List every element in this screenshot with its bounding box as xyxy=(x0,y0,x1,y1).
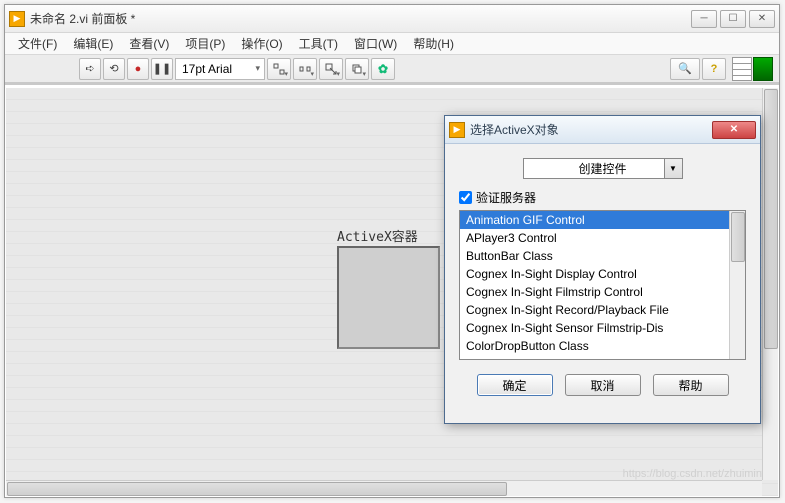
font-selector[interactable]: 17pt Arial xyxy=(175,58,265,80)
pause-button[interactable]: ❚❚ xyxy=(151,58,173,80)
validate-server-input[interactable] xyxy=(459,191,472,204)
dialog-title: 选择ActiveX对象 xyxy=(470,121,712,138)
palette-wave-icon[interactable] xyxy=(753,57,773,81)
list-scrollbar[interactable] xyxy=(729,211,745,359)
list-scroll-thumb[interactable] xyxy=(731,212,745,262)
minimize-button[interactable]: ─ xyxy=(691,10,717,28)
ok-button[interactable]: 确定 xyxy=(477,374,553,396)
dialog-titlebar[interactable]: ▶ 选择ActiveX对象 ✕ xyxy=(445,116,760,144)
distribute-objects[interactable] xyxy=(293,58,317,80)
watermark: https://blog.csdn.net/zhuimin xyxy=(623,468,762,480)
resize-objects[interactable] xyxy=(319,58,343,80)
maximize-button[interactable]: ☐ xyxy=(720,10,746,28)
list-item[interactable]: Cognex In-Sight Sensor Filmstrip-Dis xyxy=(460,319,745,337)
icon-palette[interactable] xyxy=(732,57,773,81)
run-button[interactable]: ➪ xyxy=(79,58,101,80)
menu-project[interactable]: 项目(P) xyxy=(178,33,232,54)
activex-container-label: ActiveX容器 xyxy=(337,226,418,245)
menu-tools[interactable]: 工具(T) xyxy=(292,33,345,54)
labview-icon: ▶ xyxy=(9,11,25,27)
toolbar: ➪ ⟲ ● ❚❚ 17pt Arial ✿ 🔍 ? xyxy=(5,55,779,85)
menu-operate[interactable]: 操作(O) xyxy=(234,33,289,54)
list-item[interactable]: APlayer3 Control xyxy=(460,229,745,247)
validate-server-checkbox[interactable]: 验证服务器 xyxy=(459,189,746,206)
dropdown-value: 创建控件 xyxy=(578,160,626,177)
activex-dialog: ▶ 选择ActiveX对象 ✕ 创建控件 ▼ 验证服务器 Animation G… xyxy=(444,115,761,424)
help-button[interactable]: 帮助 xyxy=(653,374,729,396)
abort-button[interactable]: ● xyxy=(127,58,149,80)
settings-button[interactable]: ✿ xyxy=(371,58,395,80)
menu-view[interactable]: 查看(V) xyxy=(122,33,176,54)
canvas-horizontal-scrollbar[interactable] xyxy=(6,480,762,496)
palette-grid-icon[interactable] xyxy=(732,57,752,81)
run-continuous-button[interactable]: ⟲ xyxy=(103,58,125,80)
main-close-button[interactable]: ✕ xyxy=(749,10,775,28)
search-button[interactable]: 🔍 xyxy=(670,58,700,80)
list-item[interactable]: ButtonBar Class xyxy=(460,247,745,265)
reorder-objects[interactable] xyxy=(345,58,369,80)
validate-server-label: 验证服务器 xyxy=(476,189,536,206)
list-item[interactable]: Cognex In-Sight Record/Playback File xyxy=(460,301,745,319)
main-titlebar[interactable]: ▶ 未命名 2.vi 前面板 * ─ ☐ ✕ xyxy=(5,5,779,33)
menu-edit[interactable]: 编辑(E) xyxy=(66,33,120,54)
main-title: 未命名 2.vi 前面板 * xyxy=(30,10,691,27)
vscroll-thumb[interactable] xyxy=(764,89,778,349)
labview-icon: ▶ xyxy=(449,122,465,138)
list-item[interactable]: Cognex In-Sight Display Control xyxy=(460,265,745,283)
help-button[interactable]: ? xyxy=(702,58,726,80)
font-label: 17pt Arial xyxy=(182,62,232,76)
list-item[interactable]: Animation GIF Control xyxy=(460,211,745,229)
dialog-close-button[interactable]: ✕ xyxy=(712,121,756,139)
list-item[interactable]: ColorDropButton Class xyxy=(460,337,745,355)
list-item[interactable]: Cognex In-Sight Filmstrip Control xyxy=(460,283,745,301)
menu-bar: 文件(F) 编辑(E) 查看(V) 项目(P) 操作(O) 工具(T) 窗口(W… xyxy=(5,33,779,55)
window-buttons: ─ ☐ ✕ xyxy=(691,10,775,28)
chevron-down-icon: ▼ xyxy=(664,159,682,178)
activex-container[interactable] xyxy=(337,246,440,349)
menu-window[interactable]: 窗口(W) xyxy=(347,33,404,54)
menu-file[interactable]: 文件(F) xyxy=(11,33,64,54)
menu-help[interactable]: 帮助(H) xyxy=(406,33,461,54)
cancel-button[interactable]: 取消 xyxy=(565,374,641,396)
dialog-body: 创建控件 ▼ 验证服务器 Animation GIF Control APlay… xyxy=(445,144,760,423)
create-mode-dropdown[interactable]: 创建控件 ▼ xyxy=(523,158,683,179)
canvas-vertical-scrollbar[interactable] xyxy=(762,88,778,480)
dialog-button-row: 确定 取消 帮助 xyxy=(459,374,746,396)
align-objects[interactable] xyxy=(267,58,291,80)
hscroll-thumb[interactable] xyxy=(7,482,507,496)
activex-object-list[interactable]: Animation GIF Control APlayer3 Control B… xyxy=(459,210,746,360)
